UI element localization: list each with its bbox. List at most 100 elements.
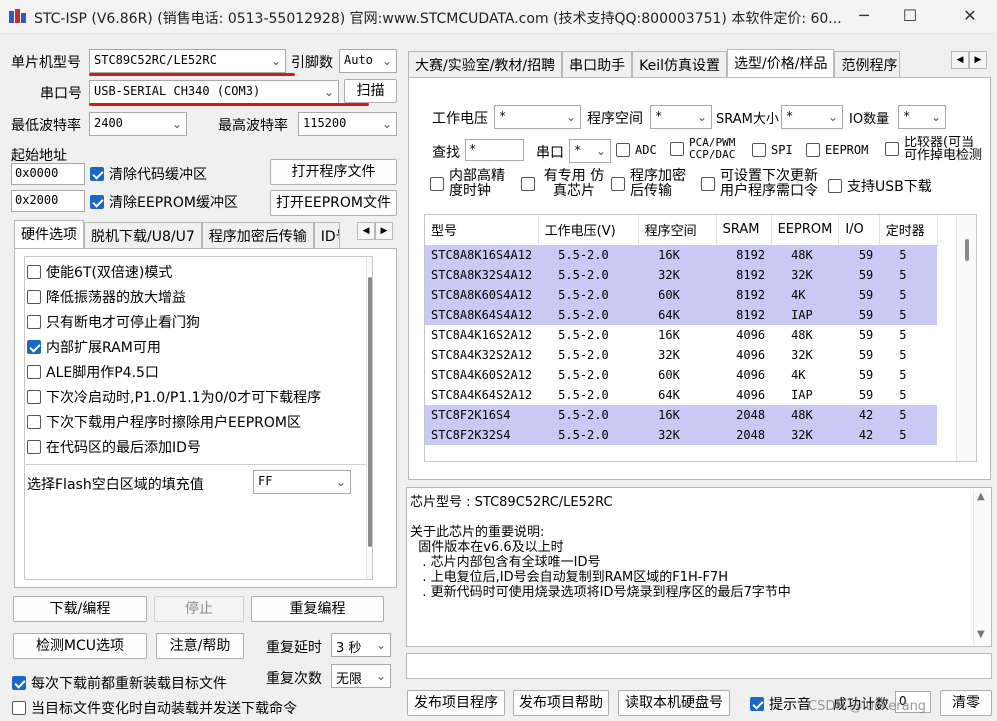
prompt-sound-checkbox[interactable]: 提示音 (750, 694, 811, 714)
hardware-option-checkbox[interactable]: ALE脚用作P4.5口 (27, 362, 159, 382)
adc-checkbox[interactable]: ADC (616, 143, 657, 157)
download-program-button[interactable]: 下载/编程 (13, 596, 147, 622)
table-cell: 5 (879, 305, 938, 325)
min-baud-select[interactable]: 2400 ⌄ (89, 112, 187, 136)
tab-examples[interactable]: 范例程序 (834, 51, 901, 77)
detect-mcu-options-button[interactable]: 检测MCU选项 (13, 633, 147, 659)
info-scrollbar[interactable]: ▲ ▼ (973, 489, 990, 645)
open-program-file-button[interactable]: 打开程序文件 (270, 159, 397, 185)
close-button[interactable]: ✕ (950, 6, 990, 28)
pca-checkbox[interactable]: PCA/PWM CCP/DAC (670, 137, 749, 161)
hardware-option-checkbox[interactable]: 只有断电才可停止看门狗 (27, 312, 200, 332)
table-cell: STC8F2K16S4 (425, 405, 539, 425)
column-header[interactable]: 型号 (425, 215, 539, 246)
column-header[interactable]: EEPROM (771, 215, 840, 246)
scan-button[interactable]: 扫描 (344, 79, 397, 103)
sram-filter-select[interactable]: * ⌄ (781, 105, 843, 129)
eeprom-checkbox[interactable]: EEPROM (806, 143, 868, 157)
fill-value-select[interactable]: FF ⌄ (253, 470, 351, 494)
tab-scroll-left-icon[interactable]: ◀ (357, 222, 375, 240)
tab-id[interactable]: ID号 (313, 222, 340, 248)
hardware-option-checkbox[interactable]: 下次冷启动时,P1.0/P1.1为0/0才可下载程序 (27, 387, 321, 407)
column-header[interactable]: 程序空间 (638, 215, 717, 246)
tab-selection-price[interactable]: 选型/价格/样品 (727, 49, 835, 77)
hardware-option-checkbox[interactable]: 下次下载用户程序时擦除用户EEPROM区 (27, 412, 301, 432)
table-row[interactable]: STC8A8K60S4A12 5.5-2.0 60K 8192 4K 59 5 (425, 285, 938, 305)
table-row[interactable]: STC8F2K16S4 5.5-2.0 16K 2048 48K 42 5 (425, 405, 938, 425)
column-header[interactable]: I/O (838, 215, 880, 246)
table-row[interactable]: STC8A8K16S4A12 5.5-2.0 16K 8192 48K 59 5 (425, 245, 938, 265)
tab-scroll-right-icon[interactable]: ▶ (969, 51, 987, 69)
emulation-chip-checkbox[interactable]: 有专用 仿真芯片 (521, 169, 608, 199)
clear-eeprom-checkbox[interactable]: 清除EEPROM缓冲区 (90, 192, 238, 212)
table-row[interactable]: STC8A4K32S2A12 5.5-2.0 32K 4096 32K 59 5 (425, 345, 937, 365)
tab-encrypted-transfer[interactable]: 程序加密后传输 (201, 222, 314, 248)
code-address-input[interactable]: 0x0000 (11, 163, 85, 185)
options-scrollbar-thumb[interactable] (368, 277, 372, 547)
table-row[interactable]: STC8F2K32S4 5.5-2.0 32K 2048 32K 42 5 (425, 425, 938, 445)
table-row[interactable]: STC8A4K60S2A12 5.5-2.0 60K 4096 4K 59 5 (425, 365, 937, 385)
mcu-model-select[interactable]: STC89C52RC/LE52RC ⌄ (89, 49, 286, 73)
repeat-delay-select[interactable]: 3 秒 ⌄ (331, 633, 391, 657)
publish-help-button[interactable]: 发布项目帮助 (513, 690, 609, 716)
maximize-button[interactable]: ☐ (890, 6, 930, 28)
tab-keil-emulation[interactable]: Keil仿真设置 (632, 51, 728, 77)
hardware-option-checkbox[interactable]: 在代码区的最后添加ID号 (27, 437, 201, 457)
publish-project-button[interactable]: 发布项目程序 (407, 690, 505, 716)
voltage-filter-select[interactable]: * ⌄ (494, 105, 581, 129)
left-tab-scroller[interactable]: ◀ ▶ (357, 222, 393, 240)
scroll-down-icon[interactable]: ▼ (977, 629, 985, 640)
clear-count-button[interactable]: 清零 (940, 690, 992, 716)
table-row[interactable]: STC8A8K32S4A12 5.5-2.0 32K 8192 32K 59 5 (425, 265, 938, 285)
next-update-password-checkbox[interactable]: 可设置下次更新 用户程序需口令 (701, 169, 830, 199)
hardware-option-checkbox[interactable]: 内部扩展RAM可用 (27, 337, 161, 357)
hardware-option-label: ALE脚用作P4.5口 (46, 365, 159, 381)
tab-hardware-options[interactable]: 硬件选项 (14, 220, 84, 248)
hardware-option-checkbox[interactable]: 降低振荡器的放大增益 (27, 287, 186, 307)
tab-serial-assistant[interactable]: 串口助手 (562, 51, 633, 77)
column-header[interactable]: SRAM (716, 215, 772, 246)
reload-before-download-checkbox[interactable]: 每次下载前都重新装载目标文件 (12, 673, 227, 693)
usb-download-checkbox[interactable]: 支持USB下载 (828, 176, 932, 196)
right-tab-scroller[interactable]: ◀ ▶ (951, 51, 987, 69)
open-eeprom-file-button[interactable]: 打开EEPROM文件 (270, 190, 397, 216)
high-precision-clock-checkbox[interactable]: 内部高精 度时钟 (430, 169, 511, 199)
table-cell: 32K (638, 265, 717, 285)
tab-scroll-right-icon[interactable]: ▶ (375, 222, 393, 240)
column-header[interactable]: 工作电压(V) (538, 215, 639, 246)
spi-checkbox[interactable]: SPI (752, 143, 793, 157)
serial-port-select[interactable]: USB-SERIAL CH340 (COM3) ⌄ (89, 80, 339, 104)
max-baud-select[interactable]: 115200 ⌄ (298, 112, 397, 136)
minimize-button[interactable]: ─ (844, 6, 884, 28)
table-row[interactable]: STC8A4K16S2A12 5.5-2.0 16K 4096 48K 59 5 (425, 325, 937, 345)
repeat-count-select[interactable]: 无限 ⌄ (331, 664, 391, 688)
uart-filter-select[interactable]: * ⌄ (569, 139, 611, 163)
hardware-option-checkbox[interactable]: 使能6T(双倍速)模式 (27, 262, 172, 282)
clear-code-checkbox[interactable]: 清除代码缓冲区 (90, 164, 207, 184)
tab-scroll-left-icon[interactable]: ◀ (951, 51, 969, 69)
comparator-checkbox[interactable]: 比较器(可当可作掉电检测 (885, 136, 985, 162)
checkbox-box (521, 177, 535, 191)
notice-help-button[interactable]: 注意/帮助 (156, 633, 244, 659)
eeprom-address-input[interactable]: 0x2000 (11, 190, 85, 212)
pin-count-select[interactable]: Auto ⌄ (339, 49, 397, 73)
progspace-filter-select[interactable]: * ⌄ (650, 105, 712, 129)
table-row[interactable]: STC8A4K64S2A12 5.5-2.0 64K 4096 IAP 59 5 (425, 385, 937, 405)
tab-contest-lab[interactable]: 大赛/实验室/教材/招聘 (408, 51, 563, 77)
stop-button[interactable]: 停止 (154, 596, 244, 622)
chevron-down-icon: ⌄ (595, 144, 606, 158)
search-input[interactable]: * (465, 139, 524, 161)
chip-table-scrollbar[interactable] (956, 215, 976, 461)
auto-send-checkbox[interactable]: 当目标文件变化时自动装载并发送下载命令 (12, 698, 297, 718)
tab-offline-download[interactable]: 脱机下载/U8/U7 (84, 222, 202, 248)
table-cell: 5 (899, 388, 907, 402)
io-filter-select[interactable]: * ⌄ (898, 105, 946, 129)
table-row[interactable]: STC8A8K64S4A12 5.5-2.0 64K 8192 IAP 59 5 (425, 305, 938, 325)
encrypted-transfer-checkbox[interactable]: 程序加密 后传输 (611, 169, 696, 199)
scroll-up-icon[interactable]: ▲ (977, 491, 985, 502)
chip-table-scrollbar-thumb[interactable] (965, 239, 969, 261)
column-header[interactable]: 定时器 (879, 215, 938, 246)
read-disk-id-button[interactable]: 读取本机硬盘号 (618, 690, 730, 716)
repeat-program-button[interactable]: 重复编程 (251, 596, 384, 622)
options-scrollbar[interactable] (366, 257, 372, 579)
